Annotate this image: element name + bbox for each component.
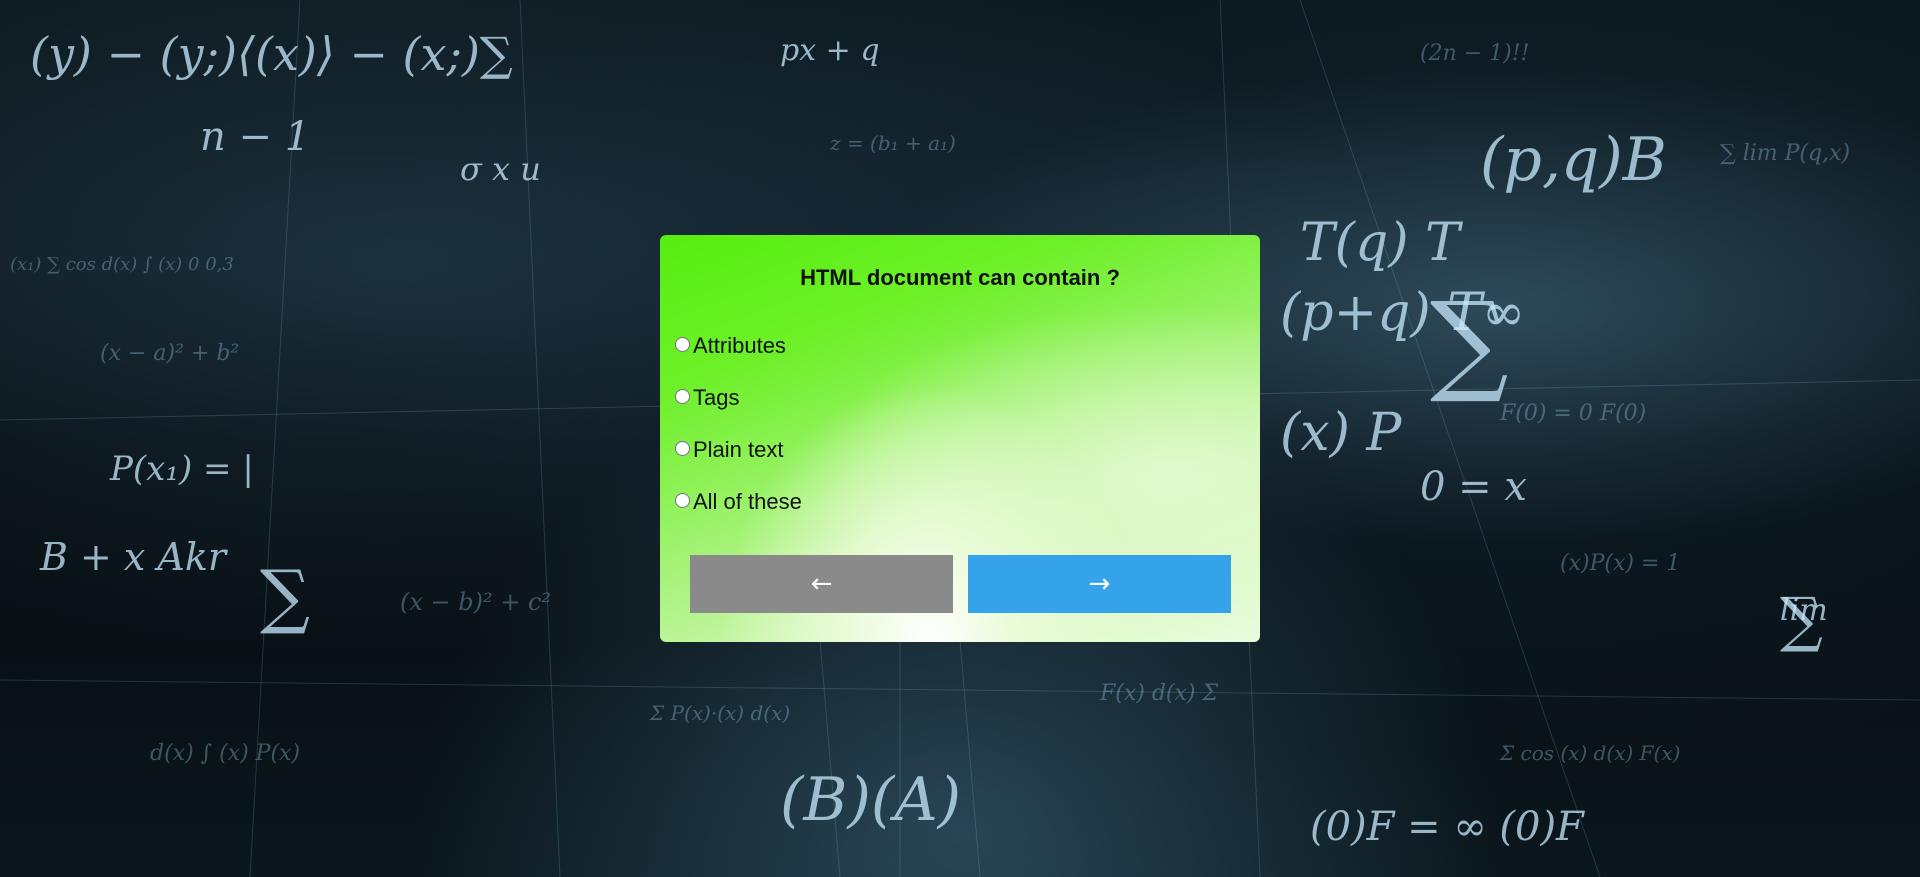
svg-text:d(x) ∫ (x) P(x): d(x) ∫ (x) P(x) [150,741,300,766]
option-tags[interactable]: Tags [675,383,802,413]
svg-text:(0)F = ∞ (0)F: (0)F = ∞ (0)F [1310,804,1585,850]
answer-options: Attributes Tags Plain text All of these [675,331,802,539]
svg-text:(x₁) ∑ cos d(x) ∫ (x) 0 0,3: (x₁) ∑ cos d(x) ∫ (x) 0 0,3 [10,254,234,275]
svg-text:Σ P(x)·(x) d(x): Σ P(x)·(x) d(x) [649,701,790,725]
svg-text:∑ lim P(q,x): ∑ lim P(q,x) [1720,141,1850,166]
arrow-left-icon: ← [810,569,833,599]
svg-text:T(q) T: T(q) T [1300,213,1463,273]
option-label: Attributes [693,333,786,358]
svg-text:∑: ∑ [260,555,310,637]
svg-text:(2n − 1)!!: (2n − 1)!! [1420,41,1529,66]
svg-text:(B)(A): (B)(A) [780,765,961,835]
svg-text:(x − a)² + b²: (x − a)² + b² [100,341,239,366]
svg-text:0 = x: 0 = x [1420,464,1527,510]
svg-text:σ x u: σ x u [460,150,541,188]
svg-text:F(0) = 0 F(0): F(0) = 0 F(0) [1499,401,1646,426]
svg-text:z = (b₁ + a₁): z = (b₁ + a₁) [829,131,956,155]
quiz-question: HTML document can contain ? [800,265,1120,290]
svg-text:lim: lim [1780,593,1828,628]
svg-text:B + x Akr: B + x Akr [39,535,229,579]
arrow-right-icon: → [1088,569,1111,599]
radio-button[interactable] [675,336,690,352]
svg-text:(x)P(x) = 1: (x)P(x) = 1 [1560,551,1680,576]
radio-button[interactable] [675,388,690,404]
svg-text:(p,q)B: (p,q)B [1480,125,1667,195]
option-all-of-these[interactable]: All of these [675,487,802,517]
option-label: Tags [693,385,740,410]
svg-text:(y) − (y;)⟨(x)⟩ − (x;)∑: (y) − (y;)⟨(x)⟩ − (x;)∑ [30,27,513,81]
svg-text:P(x₁) = |: P(x₁) = | [109,449,254,489]
option-label: All of these [693,489,802,514]
radio-button[interactable] [675,440,690,456]
option-attributes[interactable]: Attributes [675,331,802,361]
svg-text:(p+q) T∞: (p+q) T∞ [1280,283,1525,343]
quiz-card: HTML document can contain ? Attributes T… [660,235,1260,642]
option-plain-text[interactable]: Plain text [675,435,802,465]
radio-button[interactable] [675,492,690,508]
svg-text:px + q: px + q [780,33,880,68]
option-label: Plain text [693,437,784,462]
svg-text:F(x) d(x) Σ: F(x) d(x) Σ [1099,681,1218,706]
svg-text:Σ cos (x) d(x) F(x): Σ cos (x) d(x) F(x) [1499,741,1680,765]
svg-text:(x − b)² + c²: (x − b)² + c² [400,588,551,616]
svg-text:(x) P: (x) P [1280,403,1402,463]
next-button[interactable]: → [968,555,1231,613]
svg-text:∑: ∑ [1780,585,1823,655]
previous-button[interactable]: ← [690,555,953,613]
svg-text:∑: ∑ [1430,278,1509,406]
svg-text:n − 1: n − 1 [200,114,310,160]
